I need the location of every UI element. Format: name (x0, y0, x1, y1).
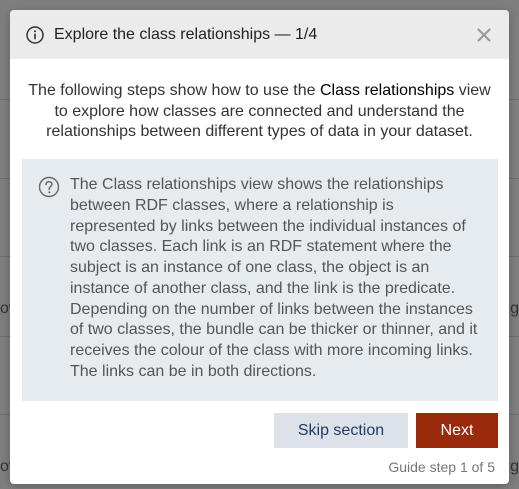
skip-section-button[interactable]: Skip section (274, 413, 408, 448)
question-icon (38, 176, 60, 198)
dialog-title: Explore the class relationships — 1/4 (54, 25, 318, 43)
next-button[interactable]: Next (416, 413, 498, 448)
guide-dialog: Explore the class relationships — 1/4 Th… (10, 10, 509, 484)
dialog-header: Explore the class relationships — 1/4 (10, 10, 509, 59)
note-text: The Class relationships view shows the r… (70, 176, 478, 380)
intro-text: The following steps show how to use the … (28, 81, 491, 143)
info-icon (25, 25, 45, 45)
info-note: The Class relationships view shows the r… (22, 159, 498, 401)
close-icon (477, 27, 491, 42)
close-button[interactable] (473, 24, 495, 46)
intro-text-start: The following steps show how to use the (28, 82, 320, 99)
guide-step-indicator: Guide step 1 of 5 (388, 459, 495, 475)
view-name-highlight: Class relationships (319, 82, 455, 99)
